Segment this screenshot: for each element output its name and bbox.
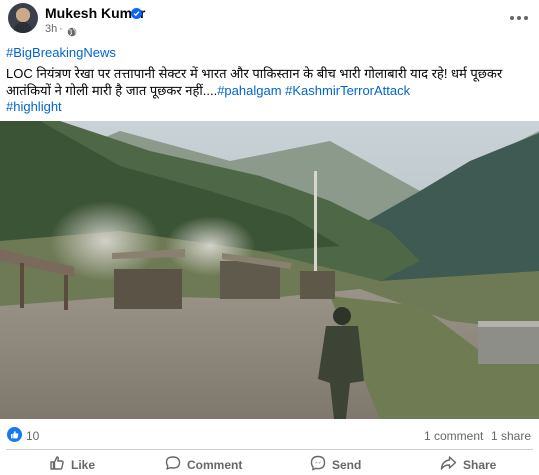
messenger-icon — [310, 455, 326, 475]
hashtag-link[interactable]: #KashmirTerrorAttack — [285, 83, 410, 98]
facebook-post: Mukesh Kumar 3h · #BigBreakingNews LOC न… — [0, 0, 539, 475]
post-hashtag[interactable]: #BigBreakingNews — [6, 45, 116, 60]
share-arrow-icon — [440, 455, 457, 475]
reactions-bar: 10 1 comment 1 share — [0, 420, 539, 448]
more-options-icon[interactable] — [508, 10, 530, 26]
verified-badge-icon — [131, 8, 142, 19]
like-button[interactable]: Like — [49, 453, 119, 475]
share-label: Share — [463, 458, 497, 472]
divider — [6, 449, 533, 450]
post-header: Mukesh Kumar 3h · — [0, 0, 539, 40]
shares-count[interactable]: 1 share — [491, 429, 531, 443]
like-label: Like — [71, 458, 96, 472]
author-avatar[interactable] — [8, 3, 38, 33]
reaction-count[interactable]: 10 — [26, 429, 39, 443]
send-label: Send — [332, 458, 362, 472]
comment-button[interactable]: Comment — [165, 453, 255, 475]
like-reaction-icon[interactable] — [7, 427, 22, 442]
meta-separator: · — [59, 23, 63, 35]
comments-count[interactable]: 1 comment — [424, 429, 483, 443]
post-time[interactable]: 3h — [45, 23, 57, 35]
comment-label: Comment — [187, 458, 243, 472]
post-body: LOC नियंत्रण रेखा पर तत्तापानी सेक्टर मे… — [6, 65, 534, 99]
video-frame — [0, 121, 539, 419]
globe-icon — [67, 24, 77, 42]
comment-icon — [165, 455, 181, 475]
post-video[interactable] — [0, 121, 539, 419]
post-hashtag-last[interactable]: #highlight — [6, 99, 62, 114]
thumbs-up-icon — [49, 455, 65, 475]
hashtag-link[interactable]: #pahalgam — [217, 83, 281, 98]
share-button[interactable]: Share — [440, 453, 510, 475]
action-bar: Like Comment Send Share — [0, 451, 539, 475]
send-button[interactable]: Send — [310, 453, 380, 475]
